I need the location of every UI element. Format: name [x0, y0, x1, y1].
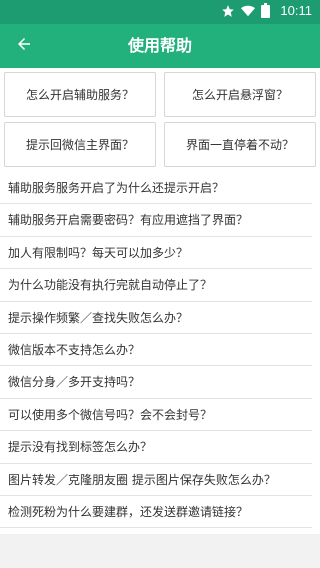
back-button[interactable] [6, 28, 42, 64]
faq-item[interactable]: 为什么功能没有执行完就自动停止了？ [0, 269, 312, 302]
bottom-area [0, 534, 320, 568]
battery-icon [261, 3, 271, 18]
faq-list: 辅助服务服务开启了为什么还提示开启？ 辅助服务开启需要密码？有应用遮挡了界面？ … [0, 172, 320, 529]
quick-question-button[interactable]: 怎么开启悬浮窗？ [164, 72, 316, 117]
help-content: 怎么开启辅助服务？ 怎么开启悬浮窗？ 提示回微信主界面？ 界面一直停着不动？ 辅… [0, 68, 320, 534]
app-bar: 使用帮助 [0, 24, 320, 68]
page-title: 使用帮助 [127, 36, 192, 55]
quick-question-button[interactable]: 界面一直停着不动？ [164, 122, 316, 167]
faq-item[interactable]: 图片转发／克隆朋友圈 提示图片保存失败怎么办？ [0, 464, 312, 496]
faq-item[interactable]: 检测死粉为什么要建群，还发送群邀请链接？ [0, 496, 312, 529]
quick-question-button[interactable]: 提示回微信主界面？ [4, 122, 156, 167]
quick-question-button[interactable]: 怎么开启辅助服务？ [4, 72, 156, 117]
faq-item[interactable]: 提示没有找到标签怎么办？ [0, 431, 312, 464]
faq-item[interactable]: 可以使用多个微信号吗？会不会封号？ [0, 399, 312, 432]
status-time: 10:11 [280, 3, 312, 18]
faq-item[interactable]: 微信分身／多开支持吗？ [0, 366, 312, 399]
faq-item[interactable]: 辅助服务服务开启了为什么还提示开启？ [0, 172, 312, 205]
status-bar: 10:11 [0, 0, 320, 24]
faq-item[interactable]: 辅助服务开启需要密码？有应用遮挡了界面？ [0, 204, 312, 237]
arrow-left-icon [15, 35, 33, 57]
star-icon [221, 4, 235, 18]
faq-item[interactable]: 加人有限制吗？每天可以加多少？ [0, 237, 312, 270]
status-icons: 10:11 [221, 3, 312, 18]
faq-item[interactable]: 微信版本不支持怎么办？ [0, 334, 312, 367]
faq-item[interactable]: 提示操作频繁／查找失败怎么办？ [0, 302, 312, 334]
quick-question-grid: 怎么开启辅助服务？ 怎么开启悬浮窗？ 提示回微信主界面？ 界面一直停着不动？ [4, 72, 316, 167]
wifi-icon [241, 4, 256, 18]
